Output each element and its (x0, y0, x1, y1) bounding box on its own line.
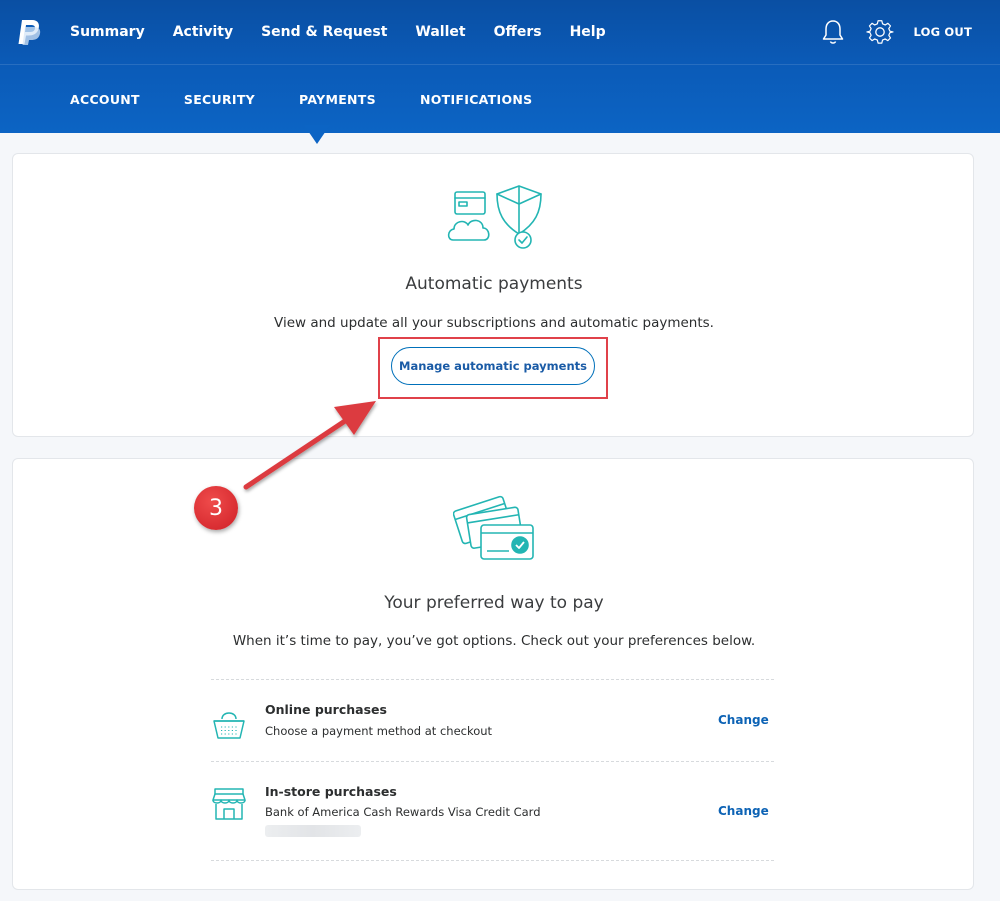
automatic-payments-title: Automatic payments (405, 274, 583, 294)
credit-cards-icon (453, 495, 534, 560)
online-purchases-subtitle: Choose a payment method at checkout (265, 724, 493, 738)
logout-link[interactable]: LOG OUT (914, 25, 973, 39)
cloud-shield-icon (447, 185, 542, 249)
online-purchases-title: Online purchases (265, 702, 387, 717)
tab-payments[interactable]: PAYMENTS (299, 92, 376, 107)
annotation-arrow-icon (243, 401, 376, 490)
tab-account[interactable]: ACCOUNT (70, 92, 140, 107)
in-store-purchases-title: In-store purchases (265, 784, 397, 799)
nav-wallet[interactable]: Wallet (415, 24, 465, 40)
nav-send-request[interactable]: Send & Request (261, 24, 387, 40)
preferred-payment-title: Your preferred way to pay (384, 593, 604, 613)
automatic-payments-description: View and update all your subscriptions a… (274, 315, 714, 331)
step-number-badge: 3 (194, 486, 238, 530)
nav-help[interactable]: Help (570, 24, 606, 40)
nav-activity[interactable]: Activity (173, 24, 233, 40)
online-purchases-change-link[interactable]: Change (718, 713, 769, 727)
tab-notifications[interactable]: NOTIFICATIONS (420, 92, 533, 107)
active-tab-indicator (304, 125, 330, 144)
tab-security[interactable]: SECURITY (184, 92, 255, 107)
settings-subnav: ACCOUNT SECURITY PAYMENTS NOTIFICATIONS (70, 65, 576, 133)
main-nav: Summary Activity Send & Request Wallet O… (56, 0, 634, 64)
preferred-payment-card: Your preferred way to pay When it’s time… (12, 458, 974, 890)
automatic-payments-card: Automatic payments View and update all y… (12, 153, 974, 437)
redacted-card-number (265, 825, 361, 837)
storefront-icon (212, 788, 246, 820)
gear-icon[interactable] (865, 18, 894, 46)
in-store-purchases-subtitle: Bank of America Cash Rewards Visa Credit… (265, 805, 541, 819)
bell-icon[interactable] (820, 18, 846, 46)
nav-offers[interactable]: Offers (494, 24, 542, 40)
in-store-purchases-change-link[interactable]: Change (718, 804, 769, 818)
annotation-highlight-box (378, 337, 608, 399)
row-divider (211, 761, 774, 762)
nav-summary[interactable]: Summary (70, 24, 145, 40)
paypal-logo-icon[interactable] (16, 18, 42, 46)
shopping-basket-icon (213, 712, 245, 739)
preferred-payment-description: When it’s time to pay, you’ve got option… (232, 633, 756, 649)
row-divider (211, 860, 774, 861)
row-divider (211, 679, 774, 680)
header-actions: LOG OUT (820, 0, 1000, 64)
top-header: Summary Activity Send & Request Wallet O… (0, 0, 1000, 133)
